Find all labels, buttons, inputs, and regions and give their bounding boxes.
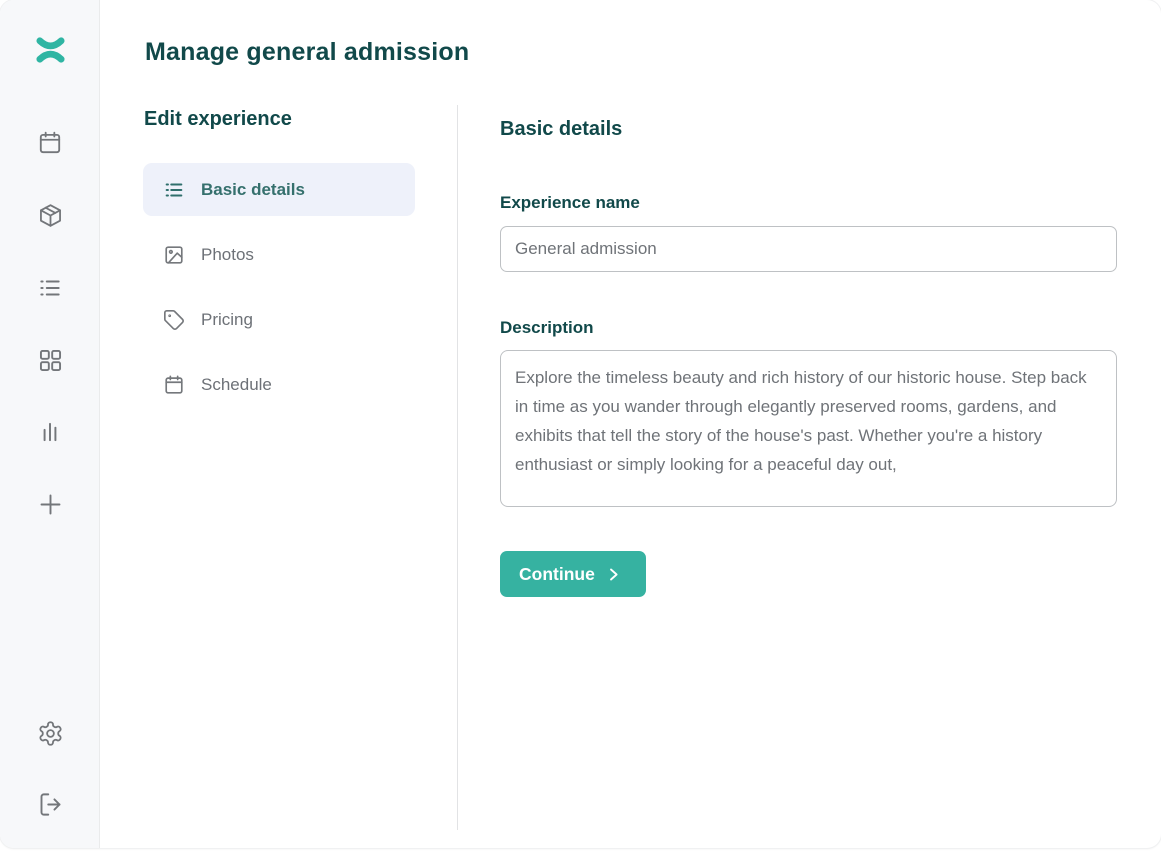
continue-button-label: Continue	[519, 564, 595, 585]
sidebar	[0, 0, 100, 848]
list-icon[interactable]	[0, 275, 100, 301]
image-icon	[163, 244, 185, 266]
brand-logo-icon[interactable]	[0, 36, 100, 64]
nav-item-schedule[interactable]: Schedule	[143, 358, 415, 411]
nav-item-pricing[interactable]: Pricing	[143, 293, 415, 346]
experience-name-label: Experience name	[500, 193, 640, 213]
experience-name-input[interactable]	[500, 226, 1117, 272]
experience-nav: Basic details Photos Pricing	[143, 163, 415, 423]
page-title: Manage general admission	[145, 38, 469, 67]
edit-experience-heading: Edit experience	[144, 108, 292, 131]
description-label: Description	[500, 318, 594, 338]
vertical-divider	[457, 105, 458, 830]
calendar-icon	[163, 374, 185, 396]
nav-item-basic-details[interactable]: Basic details	[143, 163, 415, 216]
grid-icon[interactable]	[0, 347, 100, 374]
nav-item-label: Pricing	[201, 310, 253, 330]
settings-gear-icon[interactable]	[0, 720, 100, 747]
chevron-right-icon	[606, 567, 621, 582]
nav-item-photos[interactable]: Photos	[143, 228, 415, 281]
app-window: Manage general admission Edit experience…	[0, 0, 1161, 848]
nav-item-label: Basic details	[201, 180, 305, 200]
list-icon	[163, 179, 185, 201]
tag-icon	[163, 309, 185, 331]
continue-button[interactable]: Continue	[500, 551, 646, 597]
nav-item-label: Photos	[201, 245, 254, 265]
logout-icon[interactable]	[0, 791, 100, 818]
plus-icon[interactable]	[0, 491, 100, 518]
description-textarea[interactable]: Explore the timeless beauty and rich his…	[500, 350, 1117, 507]
nav-item-label: Schedule	[201, 375, 272, 395]
bar-chart-icon[interactable]	[0, 419, 100, 445]
form-heading: Basic details	[500, 118, 622, 141]
package-icon[interactable]	[0, 202, 100, 229]
calendar-icon[interactable]	[0, 130, 100, 156]
